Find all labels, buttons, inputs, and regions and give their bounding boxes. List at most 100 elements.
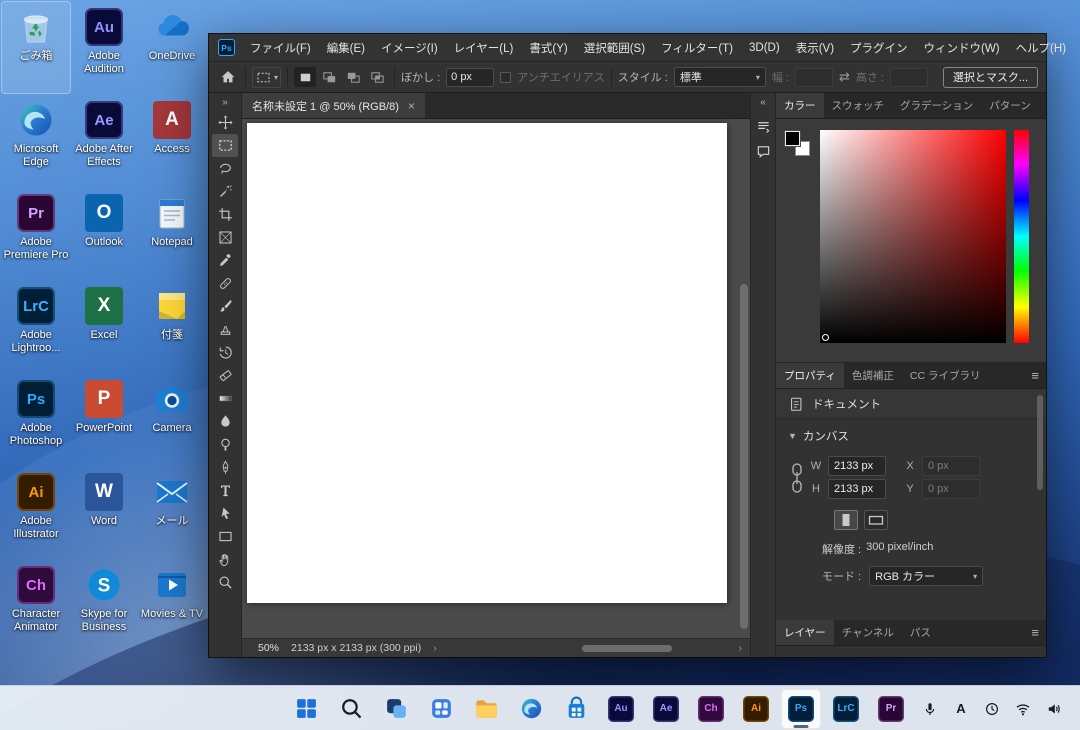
- color-panel-tab-0[interactable]: カラー: [776, 93, 824, 118]
- hue-slider[interactable]: [1014, 130, 1029, 343]
- brush-tool[interactable]: [212, 295, 238, 318]
- foreground-color-swatch[interactable]: [785, 131, 800, 146]
- desktop-icon-onedrive[interactable]: OneDrive: [138, 2, 206, 93]
- tray-mic-icon[interactable]: [918, 693, 942, 725]
- rectangular-marquee-tool[interactable]: [212, 134, 238, 157]
- properties-scrollbar[interactable]: [1036, 393, 1044, 616]
- menu-help[interactable]: ヘルプ(H): [1008, 34, 1074, 61]
- minimize-button[interactable]: [1074, 34, 1080, 61]
- menu-select[interactable]: 選択範囲(S): [576, 34, 653, 61]
- canvas-section-header[interactable]: ▼ カンバス: [788, 428, 1034, 444]
- document-tab[interactable]: 名称未設定 1 @ 50% (RGB/8) ×: [242, 93, 425, 118]
- taskbar-start[interactable]: [286, 689, 326, 729]
- desktop-icon-powerpoint[interactable]: PPowerPoint: [70, 374, 138, 465]
- menu-filter[interactable]: フィルター(T): [653, 34, 741, 61]
- taskbar-adobe-audition[interactable]: Au: [601, 689, 641, 729]
- zoom-tool[interactable]: [212, 571, 238, 594]
- color-panel-tab-3[interactable]: パターン: [981, 93, 1038, 118]
- pen-tool[interactable]: [212, 456, 238, 479]
- color-panel-menu-icon[interactable]: ≡: [1039, 93, 1046, 118]
- desktop-icon-adobe-audition[interactable]: AuAdobe Audition: [70, 2, 138, 93]
- taskbar-adobe-illustrator[interactable]: Ai: [736, 689, 776, 729]
- hand-tool[interactable]: [212, 548, 238, 571]
- desktop-icon-adobe-photoshop[interactable]: PsAdobe Photoshop: [2, 374, 70, 465]
- scroll-right-icon[interactable]: ›: [739, 642, 743, 654]
- clone-stamp-tool[interactable]: [212, 318, 238, 341]
- zoom-level[interactable]: 50%: [258, 642, 279, 654]
- layers-panel-tab-0[interactable]: レイヤー: [776, 620, 834, 645]
- desktop-icon-camera[interactable]: Camera: [138, 374, 206, 465]
- photoshop-titlebar[interactable]: Ps ファイル(F)編集(E)イメージ(I)レイヤー(L)書式(Y)選択範囲(S…: [209, 34, 1046, 62]
- layers-panel-menu-icon[interactable]: ≡: [1024, 620, 1046, 645]
- desktop-icon-recycle-bin[interactable]: ごみ箱: [2, 2, 70, 93]
- link-dimensions-icon[interactable]: [790, 456, 804, 500]
- history-brush-tool[interactable]: [212, 341, 238, 364]
- rectangle-tool[interactable]: [212, 525, 238, 548]
- color-panel-tab-2[interactable]: グラデーション: [892, 93, 981, 118]
- color-panel-tab-1[interactable]: スウォッチ: [824, 93, 893, 118]
- menu-edit[interactable]: 編集(E): [319, 34, 373, 61]
- taskbar-microsoft-store[interactable]: [556, 689, 596, 729]
- new-selection-icon[interactable]: [294, 67, 316, 87]
- lasso-tool[interactable]: [212, 157, 238, 180]
- tray-chevron-up-icon[interactable]: [887, 693, 911, 725]
- desktop-icon-outlook[interactable]: OOutlook: [70, 188, 138, 279]
- feather-input[interactable]: [446, 68, 494, 87]
- swap-dimensions-icon[interactable]: ⇄: [839, 69, 850, 85]
- tray-clock-icon[interactable]: [980, 693, 1004, 725]
- canvas-height-input[interactable]: [828, 479, 886, 499]
- vertical-scrollbar[interactable]: [739, 119, 749, 638]
- menu-layer[interactable]: レイヤー(L): [446, 34, 522, 61]
- spot-healing-brush-tool[interactable]: [212, 272, 238, 295]
- color-mode-select[interactable]: RGB カラー▾: [869, 566, 983, 586]
- taskbar-widgets[interactable]: [421, 689, 461, 729]
- desktop-icon-skype-for-business[interactable]: SSkype for Business: [70, 560, 138, 651]
- properties-panel-menu-icon[interactable]: ≡: [1024, 363, 1046, 388]
- menu-file[interactable]: ファイル(F): [242, 34, 319, 61]
- desktop-icon-adobe-illustrator[interactable]: AiAdobe Illustrator: [2, 467, 70, 558]
- status-flyout-icon[interactable]: ›: [433, 642, 437, 654]
- menu-type[interactable]: 書式(Y): [521, 34, 575, 61]
- ime-mode-icon[interactable]: A: [949, 693, 973, 725]
- comments-panel-icon[interactable]: [753, 141, 773, 161]
- menu-image[interactable]: イメージ(I): [373, 34, 446, 61]
- properties-panel-tab-0[interactable]: プロパティ: [776, 363, 844, 388]
- portrait-orientation-button[interactable]: [834, 510, 858, 530]
- tray-volume-icon[interactable]: [1042, 693, 1066, 725]
- toolbar-collapse-icon[interactable]: »: [222, 95, 228, 111]
- eyedropper-tool[interactable]: [212, 249, 238, 272]
- taskbar-task-view[interactable]: [376, 689, 416, 729]
- horizontal-scrollbar-thumb[interactable]: [582, 645, 672, 652]
- canvas-viewport[interactable]: [242, 119, 750, 638]
- taskbar-adobe-after-effects[interactable]: Ae: [646, 689, 686, 729]
- menu-3d[interactable]: 3D(D): [741, 34, 788, 61]
- canvas[interactable]: [247, 123, 727, 603]
- properties-panel-tab-2[interactable]: CC ライブラリ: [902, 363, 989, 388]
- style-select[interactable]: 標準▾: [674, 67, 766, 87]
- dock-expand-icon[interactable]: «: [760, 95, 766, 111]
- desktop-icon-excel[interactable]: XExcel: [70, 281, 138, 372]
- layers-panel-tab-1[interactable]: チャンネル: [834, 620, 902, 645]
- properties-scrollbar-thumb[interactable]: [1037, 395, 1043, 490]
- history-panel-icon[interactable]: [753, 116, 773, 136]
- menu-window[interactable]: ウィンドウ(W): [916, 34, 1008, 61]
- foreground-background-swatches[interactable]: [785, 131, 815, 161]
- document-properties-row[interactable]: ドキュメント: [776, 389, 1046, 419]
- blur-tool[interactable]: [212, 410, 238, 433]
- color-cursor[interactable]: [822, 334, 829, 341]
- taskbar-adobe-photoshop[interactable]: Ps: [781, 689, 821, 729]
- intersect-selection-icon[interactable]: [366, 67, 388, 87]
- crop-tool[interactable]: [212, 203, 238, 226]
- desktop-icon-adobe-lightroom-classic[interactable]: LrCAdobe Lightroo...: [2, 281, 70, 372]
- horizontal-scrollbar[interactable]: [451, 644, 725, 653]
- home-icon[interactable]: [217, 66, 239, 88]
- add-to-selection-icon[interactable]: [318, 67, 340, 87]
- select-and-mask-button[interactable]: 選択とマスク...: [943, 67, 1038, 88]
- path-selection-tool[interactable]: [212, 502, 238, 525]
- canvas-width-input[interactable]: [828, 456, 886, 476]
- subtract-from-selection-icon[interactable]: [342, 67, 364, 87]
- dodge-tool[interactable]: [212, 433, 238, 456]
- taskbar-microsoft-edge[interactable]: [511, 689, 551, 729]
- desktop-icon-adobe-after-effects[interactable]: AeAdobe After Effects: [70, 95, 138, 186]
- saturation-brightness-field[interactable]: [820, 130, 1006, 343]
